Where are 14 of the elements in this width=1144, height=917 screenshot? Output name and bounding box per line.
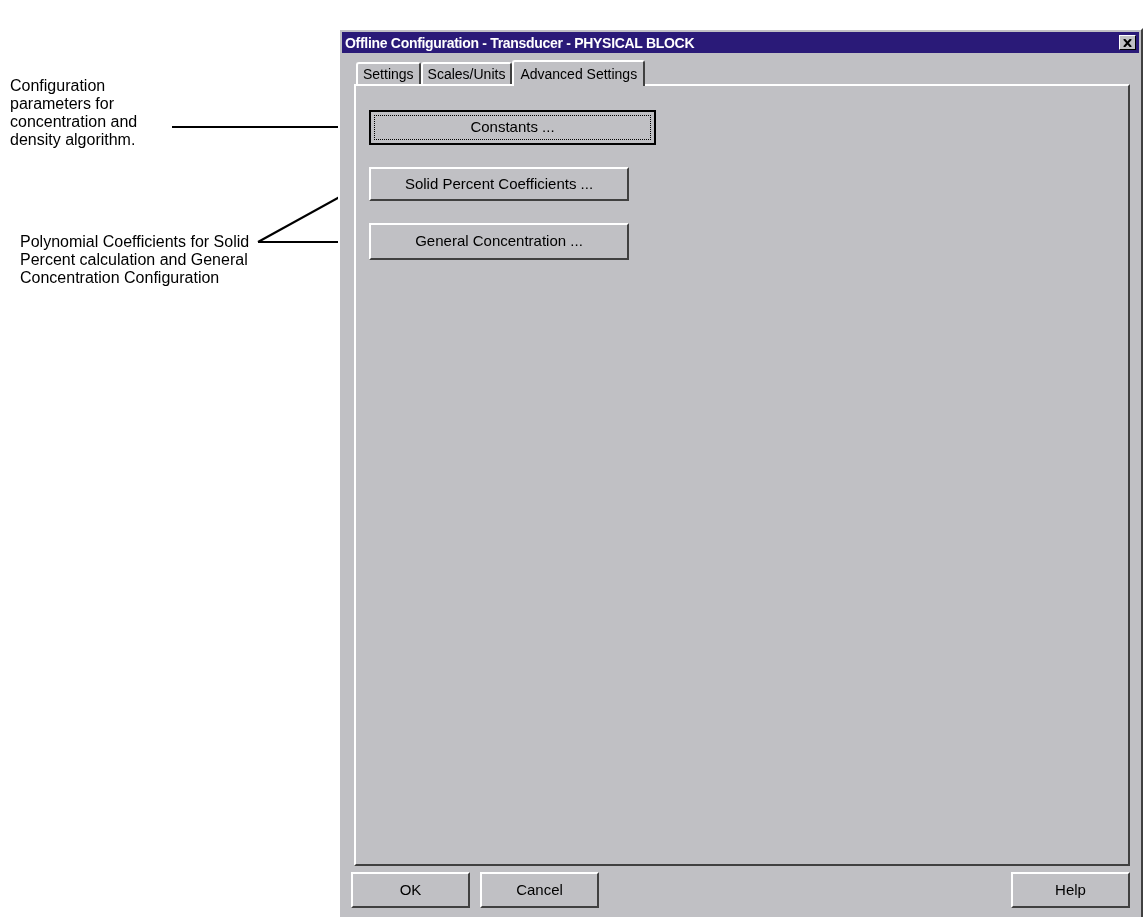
dialog-button[interactable]: Constants ... <box>369 110 656 145</box>
close-button[interactable] <box>1119 35 1136 50</box>
dialog-button[interactable]: General Concentration ... <box>369 223 629 260</box>
tab[interactable]: Advanced Settings <box>512 60 646 86</box>
dialog-button[interactable]: Solid Percent Coefficients ... <box>369 167 629 201</box>
annotation-text: Configuration parameters for concentration and density algorithm. <box>10 77 139 149</box>
annotation-text: Polynomial Coefficients for Solid Percent calculation and General Concentration Configuration <box>20 233 251 287</box>
dialog-button[interactable]: Help <box>1011 872 1130 908</box>
window-title: Offline Configuration - Transducer - PHYSICAL BLOCK <box>345 35 695 50</box>
dialog-button[interactable]: OK <box>351 872 470 908</box>
close-icon <box>1123 38 1132 47</box>
tab[interactable]: Scales/Units <box>420 62 513 84</box>
dialog-button[interactable]: Cancel <box>480 872 599 908</box>
tab[interactable]: Settings <box>356 62 421 84</box>
